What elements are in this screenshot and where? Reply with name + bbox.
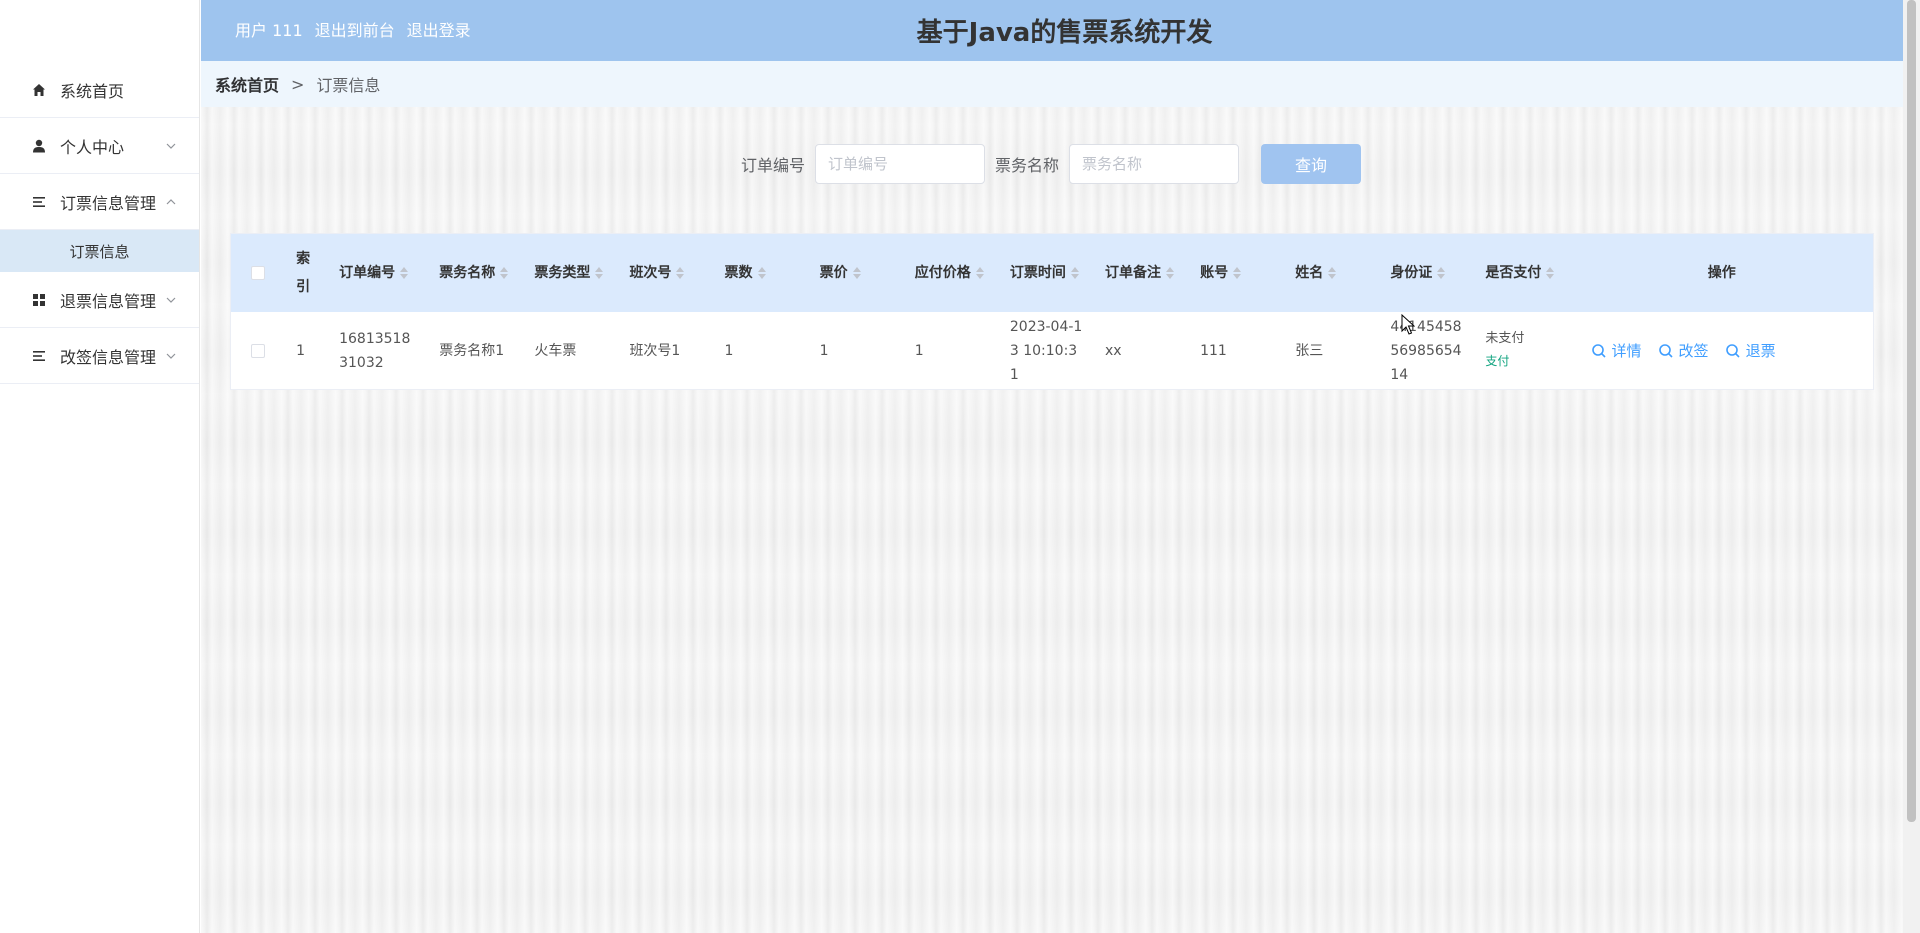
sidebar-item-refund-management[interactable]: 退票信息管理 <box>0 272 199 328</box>
vertical-scrollbar[interactable] <box>1903 0 1920 933</box>
search-icon <box>1591 343 1606 358</box>
sort-icon[interactable] <box>975 266 985 280</box>
sidebar: 系统首页 个人中心 订票信息管理 订票信息 退票信息管理 改签信息管理 <box>0 0 200 933</box>
detail-button[interactable]: 详情 <box>1591 339 1642 363</box>
header-ticket-type[interactable]: 票务类型 <box>524 234 619 312</box>
cell-order-no: 1681351831032 <box>339 330 411 371</box>
cell-name: 张三 <box>1295 342 1324 359</box>
cell-index: 1 <box>296 342 305 359</box>
refund-label: 退票 <box>1745 341 1776 360</box>
header-paid[interactable]: 是否支付 <box>1475 234 1570 312</box>
cell-ticket-type: 火车票 <box>534 342 577 359</box>
sidebar-item-home[interactable]: 系统首页 <box>0 62 199 118</box>
sort-icon[interactable] <box>594 266 604 280</box>
change-button[interactable]: 改签 <box>1658 339 1709 363</box>
sort-icon[interactable] <box>1327 266 1337 280</box>
cell-order-time: 2023-04-13 10:10:31 <box>1009 318 1083 383</box>
detail-label: 详情 <box>1611 341 1642 360</box>
change-label: 改签 <box>1678 341 1709 360</box>
sort-icon[interactable] <box>852 266 862 280</box>
grid-icon <box>30 291 48 309</box>
sidebar-item-label: 订票信息管理 <box>60 193 157 213</box>
sort-icon[interactable] <box>399 266 409 280</box>
header-shift-no[interactable]: 班次号 <box>619 234 714 312</box>
header-ticket-name[interactable]: 票务名称 <box>429 234 524 312</box>
refund-button[interactable]: 退票 <box>1725 339 1776 363</box>
orders-table: 索引 订单编号 票务名称 票务类型 班次号 票数 票价 应付价格 订票时间 订单… <box>230 233 1874 390</box>
header-remark[interactable]: 订单备注 <box>1095 234 1190 312</box>
header-name[interactable]: 姓名 <box>1285 234 1380 312</box>
main-content: 用户 111 退出到前台 退出登录 基于Java的售票系统开发 系统首页 > 订… <box>201 0 1903 933</box>
sidebar-item-label: 系统首页 <box>60 81 125 101</box>
row-checkbox[interactable] <box>251 343 265 358</box>
list-icon <box>30 347 48 365</box>
header-price[interactable]: 票价 <box>810 234 905 312</box>
order-no-label: 订单编号 <box>741 156 806 175</box>
breadcrumb-separator: > <box>291 74 305 94</box>
sidebar-item-label: 改签信息管理 <box>60 347 157 367</box>
header-index: 索引 <box>296 251 311 295</box>
sort-icon[interactable] <box>1232 266 1242 280</box>
sort-icon[interactable] <box>1436 266 1446 280</box>
cell-account: 111 <box>1200 342 1227 359</box>
sidebar-item-label: 个人中心 <box>60 137 125 157</box>
header-account[interactable]: 账号 <box>1190 234 1285 312</box>
sort-icon[interactable] <box>675 266 685 280</box>
sort-icon[interactable] <box>757 266 767 280</box>
sort-icon[interactable] <box>1545 266 1555 280</box>
cell-payable: 1 <box>914 342 924 359</box>
pay-link[interactable]: 支付 <box>1485 349 1560 373</box>
cell-remark: xx <box>1104 342 1122 359</box>
select-all-checkbox[interactable] <box>251 266 265 280</box>
cell-id-card: 441454585698565414 <box>1390 318 1462 383</box>
order-no-input[interactable] <box>815 144 986 184</box>
header-payable[interactable]: 应付价格 <box>905 234 1000 312</box>
sort-icon[interactable] <box>499 266 509 280</box>
breadcrumb-home[interactable]: 系统首页 <box>215 72 279 96</box>
cell-shift-no: 班次号1 <box>629 342 681 359</box>
cell-paid: 未支付 支付 <box>1475 312 1570 389</box>
table-row: 1 1681351831032 票务名称1 火车票 班次号1 1 1 1 202… <box>231 312 1873 389</box>
list-icon <box>30 193 48 211</box>
chevron-down-icon <box>166 143 176 149</box>
sidebar-item-label: 退票信息管理 <box>60 291 157 311</box>
top-bar: 用户 111 退出到前台 退出登录 基于Java的售票系统开发 <box>201 0 1903 61</box>
search-bar: 订单编号 票务名称 查询 <box>741 144 1362 184</box>
scrollbar-thumb[interactable] <box>1907 0 1916 822</box>
sidebar-item-booking-management[interactable]: 订票信息管理 <box>0 174 199 230</box>
chevron-down-icon <box>166 353 176 359</box>
breadcrumb: 系统首页 > 订票信息 <box>201 61 1903 107</box>
ticket-name-input[interactable] <box>1069 144 1240 184</box>
table-header-row: 索引 订单编号 票务名称 票务类型 班次号 票数 票价 应付价格 订票时间 订单… <box>231 234 1873 312</box>
header-actions: 操作 <box>1707 265 1736 281</box>
sidebar-subitem-label: 订票信息 <box>69 242 130 261</box>
header-order-no[interactable]: 订单编号 <box>329 234 429 312</box>
chevron-down-icon <box>166 297 176 303</box>
header-id-card[interactable]: 身份证 <box>1380 234 1475 312</box>
header-order-time[interactable]: 订票时间 <box>1000 234 1095 312</box>
query-button[interactable]: 查询 <box>1261 144 1362 184</box>
cell-actions: 详情 改签 退票 <box>1571 312 1873 389</box>
cell-price: 1 <box>819 342 829 359</box>
sidebar-item-personal-center[interactable]: 个人中心 <box>0 118 199 174</box>
chevron-up-icon <box>166 198 176 204</box>
ticket-name-label: 票务名称 <box>995 156 1060 175</box>
breadcrumb-current: 订票信息 <box>316 76 381 95</box>
home-icon <box>30 81 48 99</box>
sort-icon[interactable] <box>1070 266 1080 280</box>
paid-status: 未支付 <box>1485 330 1525 346</box>
search-icon <box>1725 343 1740 358</box>
mouse-cursor-icon <box>1401 314 1415 335</box>
sort-icon[interactable] <box>1165 266 1175 280</box>
sidebar-subitem-booking-info[interactable]: 订票信息 <box>0 230 199 272</box>
user-icon <box>30 137 48 155</box>
page-title: 基于Java的售票系统开发 <box>916 18 1213 48</box>
sidebar-item-change-management[interactable]: 改签信息管理 <box>0 328 199 384</box>
cell-count: 1 <box>724 342 734 359</box>
header-count[interactable]: 票数 <box>715 234 810 312</box>
search-icon <box>1658 343 1673 358</box>
cell-ticket-name: 票务名称1 <box>439 342 505 359</box>
